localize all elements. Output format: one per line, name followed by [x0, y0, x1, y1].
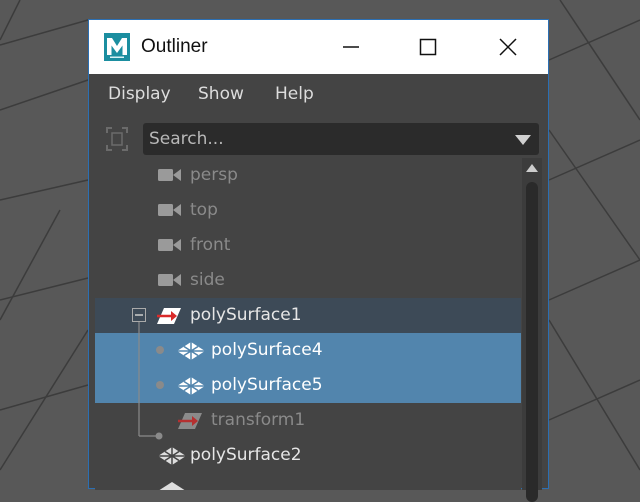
scrollbar-thumb[interactable]	[526, 182, 538, 502]
scrollbar[interactable]	[522, 158, 542, 502]
outliner-tree: persp top front side polySurface1 polySu…	[95, 158, 521, 490]
chevron-down-icon[interactable]	[515, 135, 531, 145]
menu-show[interactable]: Show	[198, 84, 244, 104]
hierarchy-lines	[138, 322, 164, 440]
menu-help[interactable]: Help	[275, 84, 314, 104]
minimize-icon	[343, 46, 359, 48]
close-icon	[499, 38, 517, 56]
maximize-icon	[419, 38, 437, 56]
menu-display[interactable]: Display	[108, 84, 171, 104]
maximize-button[interactable]	[405, 20, 451, 74]
window-title: Outliner	[141, 36, 208, 57]
minimize-button[interactable]	[328, 20, 374, 74]
outliner-window: Outliner Display Show Help Search... per…	[88, 19, 549, 502]
search-box	[143, 123, 539, 155]
scroll-up-arrow-icon[interactable]	[526, 162, 538, 172]
search-input[interactable]	[143, 123, 509, 155]
filter-icon[interactable]	[103, 124, 131, 154]
maya-logo-icon	[104, 33, 130, 61]
menu-bar: Display Show Help	[89, 74, 548, 116]
close-button[interactable]	[485, 20, 531, 74]
title-bar[interactable]: Outliner	[89, 20, 548, 74]
